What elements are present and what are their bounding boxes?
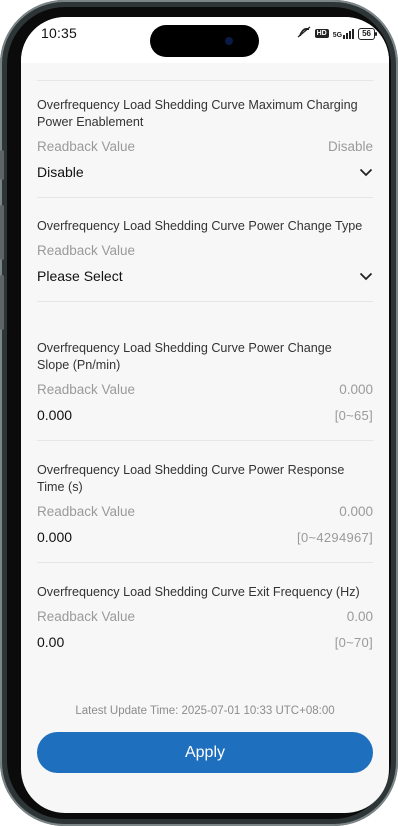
value-input[interactable]: 0.000: [37, 529, 72, 545]
signal-5g-icon: 5G: [333, 28, 355, 39]
param-title: Overfrequency Load Shedding Curve Power …: [37, 341, 332, 372]
param-title: Overfrequency Load Shedding Curve Power …: [37, 463, 345, 494]
status-bar: 10:35 HD 5G 56: [21, 17, 389, 63]
param-title: Overfrequency Load Shedding Curve Maximu…: [37, 98, 358, 129]
readback-row: Readback Value 0.000: [37, 382, 373, 397]
hd-icon: HD: [314, 29, 329, 38]
battery-icon: 56: [358, 27, 377, 40]
readback-row: Readback Value 0.000: [37, 504, 373, 519]
value-dropdown[interactable]: Disable: [37, 164, 373, 180]
divider: [37, 197, 373, 198]
value-input-row: 0.000 [0~65]: [37, 407, 373, 423]
readback-label: Readback Value: [37, 139, 136, 154]
apply-button[interactable]: Apply: [37, 732, 373, 773]
phone-side-button: [0, 205, 4, 260]
param-title: Overfrequency Load Shedding Curve Exit F…: [37, 585, 360, 599]
param-power-change-type: Overfrequency Load Shedding Curve Power …: [37, 218, 373, 302]
readback-value: 0.000: [339, 504, 373, 519]
range-hint: [0~65]: [334, 407, 373, 423]
readback-value: Disable: [327, 139, 373, 154]
screen: 10:35 HD 5G 56 Overfrequency Load Sheddi…: [21, 17, 389, 813]
dropdown-value: Disable: [37, 164, 84, 180]
camera-icon: [225, 37, 233, 45]
status-time: 10:35: [41, 25, 78, 41]
divider: [37, 562, 373, 563]
param-title: Overfrequency Load Shedding Curve Power …: [37, 219, 363, 233]
chevron-down-icon[interactable]: [359, 272, 373, 281]
readback-value: 0.00: [346, 609, 373, 624]
phone-side-button: [0, 275, 4, 330]
value-input-row: 0.000 [0~4294967]: [37, 529, 373, 545]
range-hint: [0~70]: [334, 634, 373, 650]
readback-label: Readback Value: [37, 504, 136, 519]
dynamic-island: [150, 25, 259, 57]
range-hint: [0~4294967]: [297, 529, 373, 545]
readback-label: Readback Value: [37, 243, 136, 258]
dropdown-value: Please Select: [37, 268, 123, 284]
status-icons: HD 5G 56: [297, 26, 377, 41]
param-power-response-time: Overfrequency Load Shedding Curve Power …: [37, 462, 373, 563]
param-power-change-slope: Overfrequency Load Shedding Curve Power …: [37, 340, 373, 441]
chevron-down-icon[interactable]: [359, 168, 373, 177]
readback-label: Readback Value: [37, 609, 136, 624]
value-dropdown[interactable]: Please Select: [37, 268, 373, 284]
readback-row: Readback Value Disable: [37, 139, 373, 154]
latest-update-time: Latest Update Time: 2025-07-01 10:33 UTC…: [75, 705, 335, 717]
param-exit-frequency: Overfrequency Load Shedding Curve Exit F…: [37, 584, 373, 650]
divider: [37, 80, 373, 81]
readback-row: Readback Value: [37, 243, 373, 258]
divider: [37, 440, 373, 441]
settings-list[interactable]: Overfrequency Load Shedding Curve Maximu…: [21, 63, 389, 703]
readback-value: 0.000: [339, 382, 373, 397]
value-input[interactable]: 0.00: [37, 634, 64, 650]
phone-side-button: [0, 150, 4, 180]
mute-icon: [297, 26, 311, 41]
param-max-charging-power-enablement: Overfrequency Load Shedding Curve Maximu…: [37, 97, 373, 198]
value-input[interactable]: 0.000: [37, 407, 72, 423]
readback-row: Readback Value 0.00: [37, 609, 373, 624]
divider: [37, 301, 373, 302]
value-input-row: 0.00 [0~70]: [37, 634, 373, 650]
readback-label: Readback Value: [37, 382, 136, 397]
